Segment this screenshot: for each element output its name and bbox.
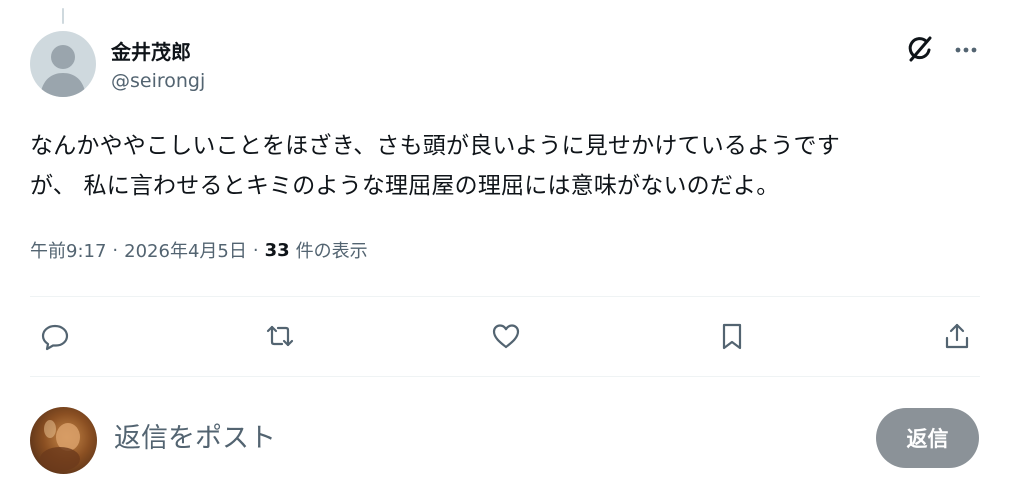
- meta-separator: ·: [112, 239, 119, 261]
- reply-input[interactable]: [114, 418, 714, 458]
- divider: [30, 376, 980, 377]
- share-icon: [945, 323, 969, 349]
- reply-button[interactable]: [37, 318, 73, 354]
- share-button[interactable]: [939, 318, 975, 354]
- meta-separator: ·: [252, 239, 259, 261]
- repost-button[interactable]: [262, 318, 298, 354]
- tweet-detail: 金井茂郎 @seirongj なんかややこしいことをほざき、さも頭が良いように見…: [0, 0, 1019, 482]
- reply-icon: [41, 324, 69, 351]
- tweet-text: なんかややこしいことをほざき、さも頭が良いように見せかけているようです が、 私…: [30, 133, 840, 199]
- repost-icon: [266, 325, 294, 347]
- author-avatar[interactable]: [30, 31, 96, 97]
- user-photo-icon: [40, 420, 80, 471]
- current-user-avatar[interactable]: [30, 407, 97, 474]
- thread-connector-line: [62, 8, 64, 24]
- default-avatar-icon: [40, 45, 86, 97]
- author-handle[interactable]: @seirongj: [111, 70, 205, 92]
- bookmark-button[interactable]: [714, 318, 750, 354]
- grok-icon[interactable]: [904, 33, 936, 65]
- like-button[interactable]: [488, 318, 524, 354]
- more-options-icon[interactable]: [951, 35, 981, 65]
- tweet-time[interactable]: 午前9:17: [30, 237, 106, 263]
- views-label: 件の表示: [295, 241, 368, 262]
- heart-icon: [492, 324, 520, 349]
- tweet-meta: 午前9:17 · 2026年4月5日 · 33 件の表示: [30, 235, 368, 265]
- views-count[interactable]: 33: [265, 240, 290, 261]
- tweet-date[interactable]: 2026年4月5日: [124, 237, 247, 263]
- divider: [30, 296, 980, 297]
- reply-submit-button[interactable]: 返信: [876, 408, 979, 468]
- author-display-name[interactable]: 金井茂郎: [111, 36, 191, 65]
- bookmark-icon: [722, 323, 742, 350]
